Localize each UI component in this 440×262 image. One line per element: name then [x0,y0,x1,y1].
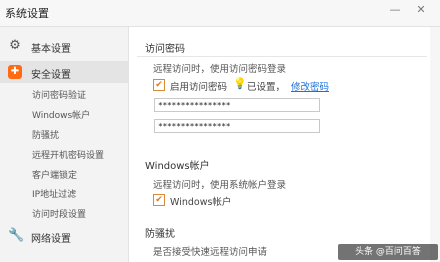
sidebar-item-basic-settings[interactable]: ⚙ 基本设置 [0,35,128,57]
scrollbar[interactable] [430,27,440,262]
sidebar-item-label: 安全设置 [31,70,71,81]
windows-account-checkbox[interactable]: ✔ [153,194,165,206]
section-title-access-password: 访问密码 [145,44,185,55]
sidebar-subitem-remote-boot-password[interactable]: 远程开机密码设置 [32,148,104,161]
wrench-icon: 🔧 [8,228,25,243]
sidebar-subitem-windows-account[interactable]: Windows帐户 [32,108,90,121]
title-bar: 系统设置 — ✕ [0,0,440,27]
section-title-anti-harass: 防骚扰 [145,229,175,240]
window-title: 系统设置 [5,7,49,20]
access-password-description: 远程访问时，使用访问密码登录 [153,64,287,75]
confirm-password-field[interactable]: **************** [154,119,320,133]
sidebar-subitem-access-password[interactable]: 访问密码验证 [32,88,86,101]
sidebar-subitem-anti-harass[interactable]: 防骚扰 [32,128,59,141]
section-divider [137,56,427,57]
windows-account-checkbox-label: Windows帐户 [170,197,232,208]
gear-icon: ⚙ [9,38,21,53]
sidebar-subitem-access-time[interactable]: 访问时段设置 [32,207,86,220]
watermark: 头条 @百问百答 [338,244,438,260]
sidebar-item-label: 网络设置 [31,234,71,245]
modify-password-link[interactable]: 修改密码 [291,79,329,93]
anti-harass-description: 是否接受快速远程访问申请 [153,247,268,258]
sidebar: ⚙ 基本设置 ✚ 安全设置 访问密码验证 Windows帐户 防骚扰 远程开机密… [0,27,129,262]
minimize-button[interactable]: — [388,3,402,17]
close-button[interactable]: ✕ [414,3,428,17]
sidebar-item-security-settings[interactable]: ✚ 安全设置 [0,61,128,83]
lightbulb-icon: 💡 [233,77,247,90]
enable-access-password-label: 启用访问密码 [170,82,228,93]
sidebar-item-network-settings[interactable]: 🔧 网络设置 [0,225,128,247]
password-status: 已设置， [247,82,286,93]
sidebar-subitem-client-lock[interactable]: 客户端锁定 [32,168,77,181]
section-title-windows-account: Windows帐户 [145,161,210,172]
password-field[interactable]: **************** [154,98,320,112]
shield-icon: ✚ [8,65,22,79]
windows-account-description: 远程访问时，使用系统帐户登录 [153,180,287,191]
enable-access-password-checkbox[interactable]: ✔ [153,79,165,91]
sidebar-subitem-ip-filter[interactable]: IP地址过滤 [32,187,76,200]
content-panel: 访问密码 远程访问时，使用访问密码登录 ✔ 启用访问密码 💡 已设置， 修改密码… [129,27,440,262]
sidebar-item-label: 基本设置 [31,44,71,55]
